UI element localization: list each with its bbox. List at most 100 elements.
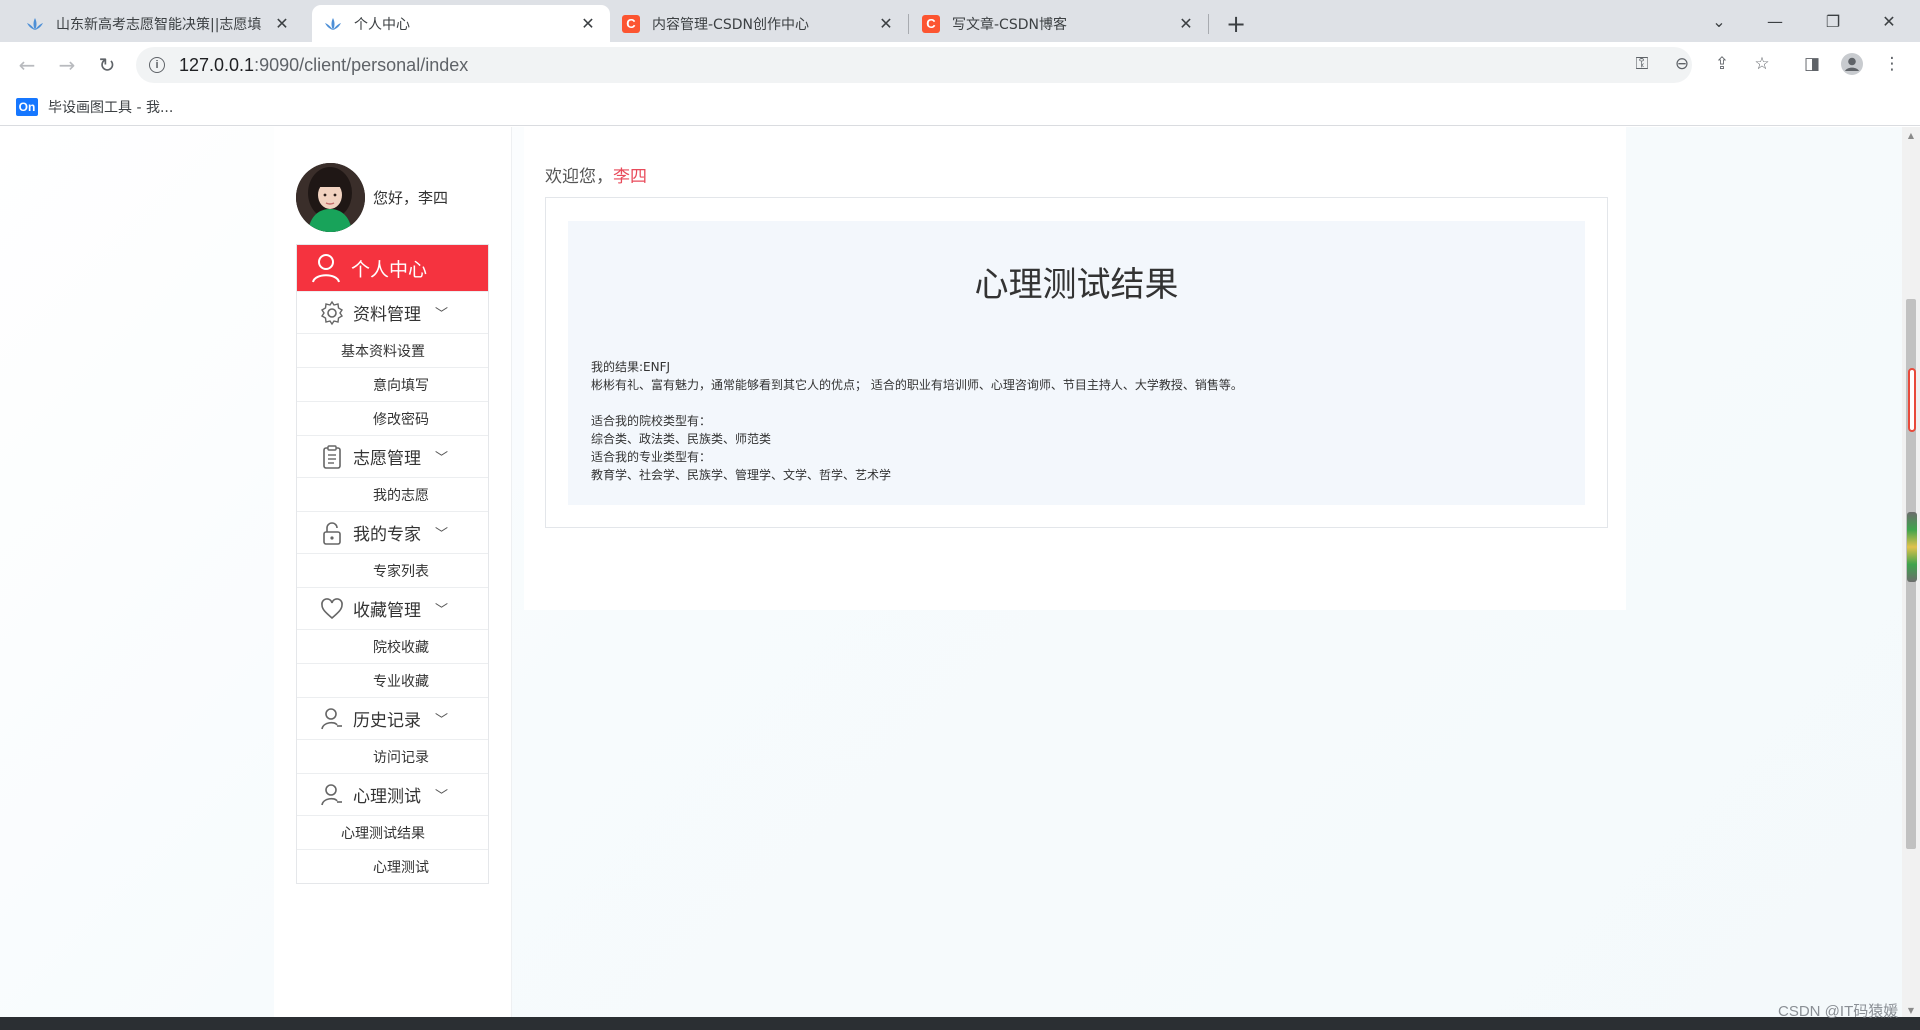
lock-icon: [317, 518, 347, 548]
browser-tab[interactable]: C 写文章-CSDN博客 ✕: [910, 5, 1208, 42]
zoom-icon[interactable]: ⊖: [1668, 50, 1696, 78]
sidebar-group-history[interactable]: 历史记录 ﹀: [297, 697, 488, 739]
sidebar-item-intention[interactable]: 意向填写: [297, 367, 488, 401]
close-window-icon[interactable]: ✕: [1866, 6, 1912, 36]
browser-tab[interactable]: C 内容管理-CSDN创作中心 ✕: [610, 5, 908, 42]
lotus-icon: [26, 15, 44, 33]
profile-icon[interactable]: [1838, 50, 1866, 78]
chevron-down-icon: ﹀: [435, 789, 449, 804]
taskbar-strip: [0, 1017, 1920, 1030]
sidebar-item-change-password[interactable]: 修改密码: [297, 401, 488, 435]
sidebar-divider: [511, 127, 512, 1017]
result-line: [591, 394, 1243, 412]
scroll-down-icon[interactable]: ▼: [1906, 1006, 1916, 1015]
share-icon[interactable]: ⇪: [1708, 50, 1736, 78]
result-text: 我的结果:ENFJ 彬彬有礼、富有魅力，通常能够看到其它人的优点； 适合的职业有…: [591, 358, 1243, 484]
sidebar-item-personal-center[interactable]: 个人中心: [297, 245, 488, 291]
minimize-icon[interactable]: —: [1752, 6, 1798, 36]
csdn-icon: C: [922, 14, 940, 33]
sidebar-group-label: 我的专家: [353, 525, 421, 545]
result-box: 心理测试结果 我的结果:ENFJ 彬彬有礼、富有魅力，通常能够看到其它人的优点；…: [568, 221, 1585, 505]
csdn-icon: C: [622, 14, 640, 33]
browser-tab-active[interactable]: 个人中心 ✕: [312, 5, 610, 42]
tab-divider: [908, 14, 909, 34]
result-line: 彬彬有礼、富有魅力，通常能够看到其它人的优点； 适合的职业有培训师、心理咨询师、…: [591, 378, 1243, 392]
sidebar-item-psych-result[interactable]: 心理测试结果: [297, 815, 488, 849]
sidebar-group-label: 收藏管理: [353, 601, 421, 621]
sidebar-group-psych-test[interactable]: 心理测试 ﹀: [297, 773, 488, 815]
result-line: 我的结果:ENFJ: [591, 360, 671, 374]
tab-search-icon[interactable]: ⌄: [1696, 6, 1742, 36]
result-line: 适合我的专业类型有：: [591, 450, 712, 464]
bookmark-favicon: On: [16, 98, 38, 116]
bookmarks-bar: On 毕设画图工具 - 我...: [0, 88, 1920, 126]
reload-icon[interactable]: ↻: [92, 50, 122, 80]
chevron-down-icon: ﹀: [435, 451, 449, 466]
side-panel-icon[interactable]: ◨: [1798, 50, 1826, 78]
sidebar-item-visit-records[interactable]: 访问记录: [297, 739, 488, 773]
sidebar-group-volunteer[interactable]: 志愿管理 ﹀: [297, 435, 488, 477]
page-title: 心理测试结果: [974, 265, 1179, 305]
sidebar-group-favorites[interactable]: 收藏管理 ﹀: [297, 587, 488, 629]
tab-title: 山东新高考志愿智能决策||志愿填: [56, 16, 262, 33]
chevron-down-icon: ﹀: [435, 713, 449, 728]
key-icon[interactable]: ⚿: [1628, 50, 1656, 78]
menu-dots-icon[interactable]: ⋮: [1878, 50, 1906, 78]
tab-title: 写文章-CSDN博客: [952, 16, 1067, 33]
back-icon[interactable]: ←: [12, 50, 42, 80]
browser-tab[interactable]: 山东新高考志愿智能决策||志愿填 ✕: [14, 5, 304, 42]
close-tab-icon[interactable]: ✕: [876, 14, 896, 34]
watermark: CSDN @IT码猿媛: [1778, 1003, 1899, 1020]
sidebar-group-label: 历史记录: [353, 711, 421, 731]
user-box: 您好，李四: [296, 163, 448, 232]
browser-tabstrip: 山东新高考志愿智能决策||志愿填 ✕ 个人中心 ✕ C 内容管理-CSDN创作中…: [0, 0, 1920, 42]
result-card: 心理测试结果 我的结果:ENFJ 彬彬有礼、富有魅力，通常能够看到其它人的优点；…: [545, 197, 1608, 528]
result-line: 适合我的院校类型有：: [591, 414, 712, 428]
tab-divider: [1208, 14, 1209, 34]
sidebar-group-label: 资料管理: [353, 305, 421, 325]
sidebar-item-my-volunteer[interactable]: 我的志愿: [297, 477, 488, 511]
chevron-down-icon: ﹀: [435, 307, 449, 322]
bookmark-label: 毕设画图工具 - 我...: [48, 100, 174, 116]
forward-icon[interactable]: →: [52, 50, 82, 80]
close-tab-icon[interactable]: ✕: [272, 14, 292, 34]
result-line: 综合类、政法类、民族类、师范类: [591, 432, 772, 446]
sidebar-item-school-favorites[interactable]: 院校收藏: [297, 629, 488, 663]
sidebar-group-profile[interactable]: 资料管理 ﹀: [297, 291, 488, 333]
close-tab-icon[interactable]: ✕: [578, 14, 598, 34]
sidebar-header-label: 个人中心: [351, 258, 428, 281]
chevron-down-icon: ﹀: [435, 603, 449, 618]
bookmark-star-icon[interactable]: ☆: [1748, 50, 1776, 78]
sidebar-item-psych-test[interactable]: 心理测试: [297, 849, 488, 883]
gear-icon: [317, 298, 347, 328]
tab-title: 内容管理-CSDN创作中心: [652, 16, 809, 33]
sidebar-item-basic-profile[interactable]: 基本资料设置: [297, 333, 488, 367]
scroll-marker: [1907, 512, 1917, 582]
tab-title: 个人中心: [354, 16, 410, 33]
restore-icon[interactable]: ❐: [1810, 6, 1856, 36]
sidebar-item-expert-list[interactable]: 专家列表: [297, 553, 488, 587]
scroll-up-icon[interactable]: ▲: [1906, 131, 1916, 140]
lotus-icon: [324, 15, 342, 33]
browser-toolbar: ← → ↻ i 127.0.0.1:9090/client/personal/i…: [0, 42, 1920, 88]
url-text: 127.0.0.1:9090/client/personal/index: [179, 54, 469, 75]
sidebar-menu: 个人中心 资料管理 ﹀ 基本资料设置 意向填写 修改密码 志愿管理 ﹀ 我的志愿: [296, 244, 489, 884]
sidebar-group-label: 志愿管理: [353, 449, 421, 469]
new-tab-button[interactable]: +: [1222, 10, 1250, 38]
address-bar[interactable]: i 127.0.0.1:9090/client/personal/index: [136, 47, 1692, 83]
chevron-down-icon: ﹀: [435, 527, 449, 542]
welcome-username: 李四: [613, 167, 647, 187]
user-greeting: 您好，李四: [373, 189, 449, 207]
scroll-marker: [1908, 368, 1916, 432]
sidebar-item-major-favorites[interactable]: 专业收藏: [297, 663, 488, 697]
clipboard-icon: [317, 442, 347, 472]
bookmark-item[interactable]: On 毕设画图工具 - 我...: [16, 97, 173, 117]
avatar[interactable]: [296, 163, 365, 232]
close-tab-icon[interactable]: ✕: [1176, 14, 1196, 34]
sidebar-group-experts[interactable]: 我的专家 ﹀: [297, 511, 488, 553]
user-icon: [317, 780, 347, 810]
user-icon: [312, 254, 340, 283]
result-line: 教育学、社会学、民族学、管理学、文学、哲学、艺术学: [591, 468, 892, 482]
page-viewport: 您好，李四 个人中心 资料管理 ﹀ 基本资料设置 意向填写 修改密码 志愿管理 …: [0, 127, 1902, 1017]
site-info-icon[interactable]: i: [149, 57, 165, 73]
